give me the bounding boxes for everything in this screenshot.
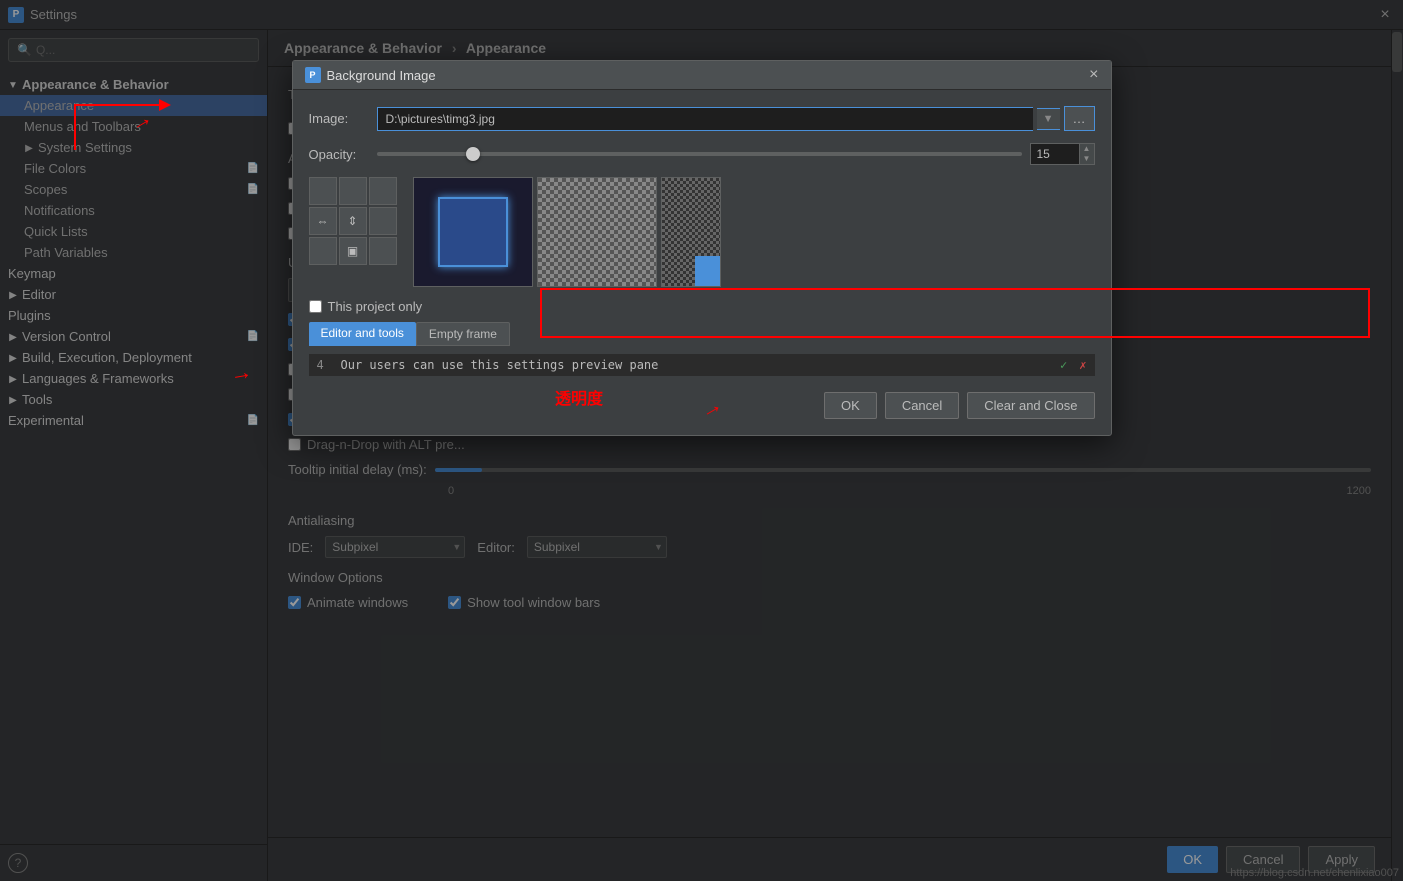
image-browse-button[interactable]: …: [1064, 106, 1095, 131]
opacity-down-button[interactable]: ▼: [1080, 154, 1094, 164]
align-bottom-left[interactable]: [309, 237, 337, 265]
preview-check-icon: ✓: [1060, 358, 1067, 372]
align-middle-left[interactable]: ⇔: [309, 207, 337, 235]
image-input-wrapper: ▼ …: [377, 106, 1095, 131]
align-top-right[interactable]: [369, 177, 397, 205]
dialog-body: Image: ▼ … Opacity: 15 ▲ ▼: [293, 90, 1111, 435]
opacity-slider[interactable]: [377, 152, 1022, 156]
dialog-cancel-button[interactable]: Cancel: [885, 392, 959, 419]
line-number: 4: [317, 358, 333, 372]
preview-inner: [438, 197, 508, 267]
align-bottom-right[interactable]: [369, 237, 397, 265]
this-project-checkbox[interactable]: [309, 300, 322, 313]
image-dropdown-button[interactable]: ▼: [1037, 108, 1060, 130]
align-middle-center[interactable]: ⇕: [339, 207, 367, 235]
preview-code-line: 4 Our users can use this settings previe…: [309, 354, 1095, 376]
dialog-title: P Background Image: [305, 67, 436, 83]
preview-area: [413, 177, 721, 287]
image-path-input[interactable]: [377, 107, 1033, 131]
image-label: Image:: [309, 111, 369, 126]
preview-pattern-2: [661, 177, 721, 287]
opacity-value-wrapper: 15 ▲ ▼: [1030, 143, 1095, 165]
dialog-title-bar: P Background Image ×: [293, 61, 1111, 90]
align-top-center[interactable]: [339, 177, 367, 205]
dialog-title-text: Background Image: [327, 68, 436, 83]
preview-x-icon: ✗: [1079, 358, 1086, 372]
dialog-close-button[interactable]: ×: [1089, 67, 1098, 83]
align-middle-right[interactable]: [369, 207, 397, 235]
opacity-label: Opacity:: [309, 147, 369, 162]
image-row: Image: ▼ …: [309, 106, 1095, 131]
alignment-section: ⇔ ⇕ ▣: [309, 177, 1095, 287]
opacity-thumb: [466, 147, 480, 161]
preview-blue-corner: [695, 256, 720, 286]
opacity-row: Opacity: 15 ▲ ▼: [309, 143, 1095, 165]
dialog-clear-close-button[interactable]: Clear and Close: [967, 392, 1094, 419]
dialog-buttons: OK Cancel Clear and Close: [309, 384, 1095, 419]
dialog-icon: P: [305, 67, 321, 83]
opacity-value: 15: [1030, 143, 1080, 165]
preview-box-1: [413, 177, 533, 287]
modal-overlay: P Background Image × Image: ▼ … Opacity:: [0, 0, 1403, 881]
opacity-spinners: ▲ ▼: [1080, 143, 1095, 165]
tab-empty-frame[interactable]: Empty frame: [416, 322, 510, 346]
background-image-dialog: P Background Image × Image: ▼ … Opacity:: [292, 60, 1112, 436]
preview-pattern-1: [537, 177, 657, 287]
tab-editor-tools[interactable]: Editor and tools: [309, 322, 416, 346]
this-project-row: This project only: [309, 299, 1095, 314]
align-bottom-center[interactable]: ▣: [339, 237, 367, 265]
this-project-label: This project only: [328, 299, 423, 314]
dialog-ok-button[interactable]: OK: [824, 392, 877, 419]
alignment-grid: ⇔ ⇕ ▣: [309, 177, 397, 265]
preview-text: Our users can use this settings preview …: [341, 358, 659, 372]
align-top-left[interactable]: [309, 177, 337, 205]
dialog-tabs: Editor and tools Empty frame: [309, 322, 1095, 346]
opacity-up-button[interactable]: ▲: [1080, 144, 1094, 154]
